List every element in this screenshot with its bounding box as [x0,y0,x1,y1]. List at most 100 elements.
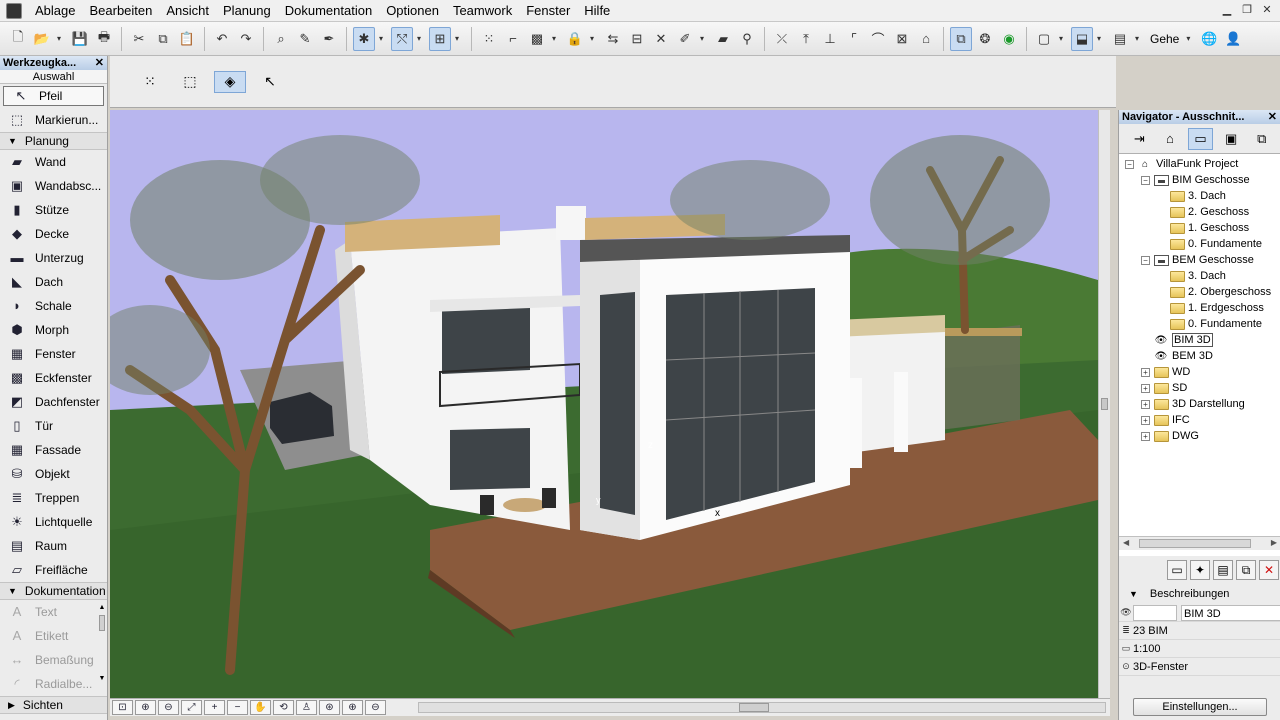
tree-item[interactable]: − ⌂ VillaFunk Project [1119,156,1280,172]
delete-icon[interactable]: ✕ [650,27,672,51]
new-file-icon[interactable]: 🗋 [7,27,29,51]
menu-ablage[interactable]: Ablage [28,0,82,22]
tool-objekt[interactable]: ⛁ Objekt [0,462,107,486]
navigation-mode-dropdown-icon[interactable]: ▾ [1183,27,1193,51]
new-folder-icon[interactable]: ▭ [1167,560,1187,580]
zoom-out-window-icon[interactable]: ⊖ [158,700,179,715]
tool-markierung[interactable]: ⬚ Markierun... [0,108,107,132]
tool-eckfenster[interactable]: ▩ Eckfenster [0,366,107,390]
save-icon[interactable]: 💾 [69,27,91,51]
close-icon[interactable]: ✕ [1260,3,1274,16]
open-folder-icon[interactable]: 📂 [31,27,53,51]
align-icon[interactable]: ⊟ [626,27,648,51]
menu-hilfe[interactable]: Hilfe [577,0,617,22]
tree-item[interactable]: 3. Dach [1119,188,1280,204]
minimize-icon[interactable]: ▁ [1220,3,1234,16]
tool-raum[interactable]: ▤ Raum [0,534,107,558]
scale-value[interactable]: 1:100 [1133,643,1161,655]
scroll-thumb[interactable] [99,615,105,631]
view-3d-dropdown-icon[interactable]: ▾ [1094,27,1104,51]
menu-ansicht[interactable]: Ansicht [159,0,216,22]
tab-publisher[interactable]: ⧉ [1249,128,1274,150]
find-select-icon[interactable]: ⌕ [270,27,292,51]
scroll-down-icon[interactable]: ▼ [98,675,106,682]
zoom-in-icon[interactable]: + [204,700,225,715]
group-planung[interactable]: ▼ Planung [0,132,107,150]
group-sichten[interactable]: ▶ Sichten [0,696,107,714]
tree-item[interactable]: 1. Erdgeschoss [1119,300,1280,316]
tree-item[interactable]: 3. Dach [1119,268,1280,284]
menu-planung[interactable]: Planung [216,0,278,22]
app-icon[interactable] [6,2,22,19]
tool-decke[interactable]: ◆ Decke [0,222,107,246]
tool-dach[interactable]: ◣ Dach [0,270,107,294]
restore-icon[interactable]: ❐ [1240,3,1254,16]
tree-item[interactable]: 1. Geschoss [1119,220,1280,236]
group-dropdown-icon[interactable]: ▾ [549,27,559,51]
properties-header[interactable]: ▼ Beschreibungen [1119,584,1280,604]
scroll-thumb[interactable] [1101,398,1108,410]
lock-dropdown-icon[interactable]: ▾ [587,27,597,51]
menu-optionen[interactable]: Optionen [379,0,446,22]
viewport-horizontal-scrollbar[interactable] [418,702,1106,713]
tool-fenster[interactable]: ▦ Fenster [0,342,107,366]
gravity-dropdown-icon[interactable]: ▾ [376,27,386,51]
expand-icon[interactable]: + [1141,415,1150,425]
globe-icon[interactable]: 🌐 [1198,27,1220,51]
render-icon[interactable]: ❂ [974,27,996,51]
collapse-icon[interactable]: − [1141,175,1150,185]
layout-icon[interactable]: ▤ [1109,27,1131,51]
tool-radialbe[interactable]: ◜ Radialbe... [0,672,107,696]
curve-icon[interactable]: ⌒ [867,27,889,51]
geometry-method-icon[interactable]: ⁙ [134,71,166,93]
teamwork-user-icon[interactable]: 👤 [1222,27,1244,51]
toolbox-title-bar[interactable]: Werkzeugka... ✕ [0,56,107,70]
suspend-groups-icon[interactable]: ⇆ [602,27,624,51]
tool-tür[interactable]: ▯ Tür [0,414,107,438]
pen-set-icon[interactable]: ✐ [674,27,696,51]
zoom-in-window-icon[interactable]: ⊕ [135,700,156,715]
open-dropdown-icon[interactable]: ▾ [54,27,64,51]
guide-dropdown-icon[interactable]: ▾ [414,27,424,51]
tree-item[interactable]: 0. Fundamente [1119,316,1280,332]
3d-scene[interactable]: z x y [110,110,1098,698]
fit-in-window-icon[interactable]: ⤢ [181,700,202,715]
tool-text[interactable]: A Text [0,600,107,624]
zoom-step-out-icon[interactable]: ⊖ [365,700,386,715]
navigator-close-icon[interactable]: ✕ [1268,110,1277,124]
snap-grid-icon[interactable]: ⊞ [429,26,451,51]
tree-item[interactable]: 2. Obergeschoss [1119,284,1280,300]
undo-icon[interactable]: ↶ [211,27,233,51]
tab-view-map-home[interactable]: ⌂ [1158,128,1183,150]
tree-item[interactable]: 0. Fundamente [1119,236,1280,252]
adjust-icon[interactable]: ⤒ [795,27,817,51]
tool-morph[interactable]: ⬢ Morph [0,318,107,342]
print-icon[interactable]: 🖶 [93,27,115,51]
tool-fassade[interactable]: ▦ Fassade [0,438,107,462]
tree-item[interactable]: + IFC [1119,412,1280,428]
menu-teamwork[interactable]: Teamwork [446,0,519,22]
new-view-folder-icon[interactable]: ▤ [1213,560,1233,580]
expand-icon[interactable]: + [1141,399,1150,409]
tab-layout-book[interactable]: ▣ [1219,128,1244,150]
tool-schale[interactable]: ◗ Schale [0,294,107,318]
tree-item[interactable]: 👁 BEM 3D [1119,348,1280,364]
zoom-window-icon[interactable]: ⊡ [112,700,133,715]
collapse-icon[interactable]: − [1141,255,1150,265]
paste-icon[interactable]: 📋 [176,27,198,51]
scroll-left-icon[interactable]: ◀ [1123,538,1129,547]
tool-wandabsc[interactable]: ▣ Wandabsc... [0,174,107,198]
view-3d-icon[interactable]: ⬓ [1071,26,1093,51]
tree-item[interactable]: − BIM Geschosse [1119,172,1280,188]
tree-item[interactable]: + SD [1119,380,1280,396]
tool-dachfenster[interactable]: ◩ Dachfenster [0,390,107,414]
explode-icon[interactable]: ⊠ [891,27,913,51]
expand-icon[interactable]: + [1141,431,1150,441]
scroll-right-icon[interactable]: ▶ [1271,538,1277,547]
tab-view-map[interactable]: ▭ [1188,127,1213,150]
scroll-up-icon[interactable]: ▲ [98,604,106,611]
tool-bemaßung[interactable]: ↔ Bemaßung [0,648,107,672]
tool-stütze[interactable]: ▮ Stütze [0,198,107,222]
viewport-vertical-scrollbar[interactable] [1098,110,1110,698]
tree-item[interactable]: − BEM Geschosse [1119,252,1280,268]
